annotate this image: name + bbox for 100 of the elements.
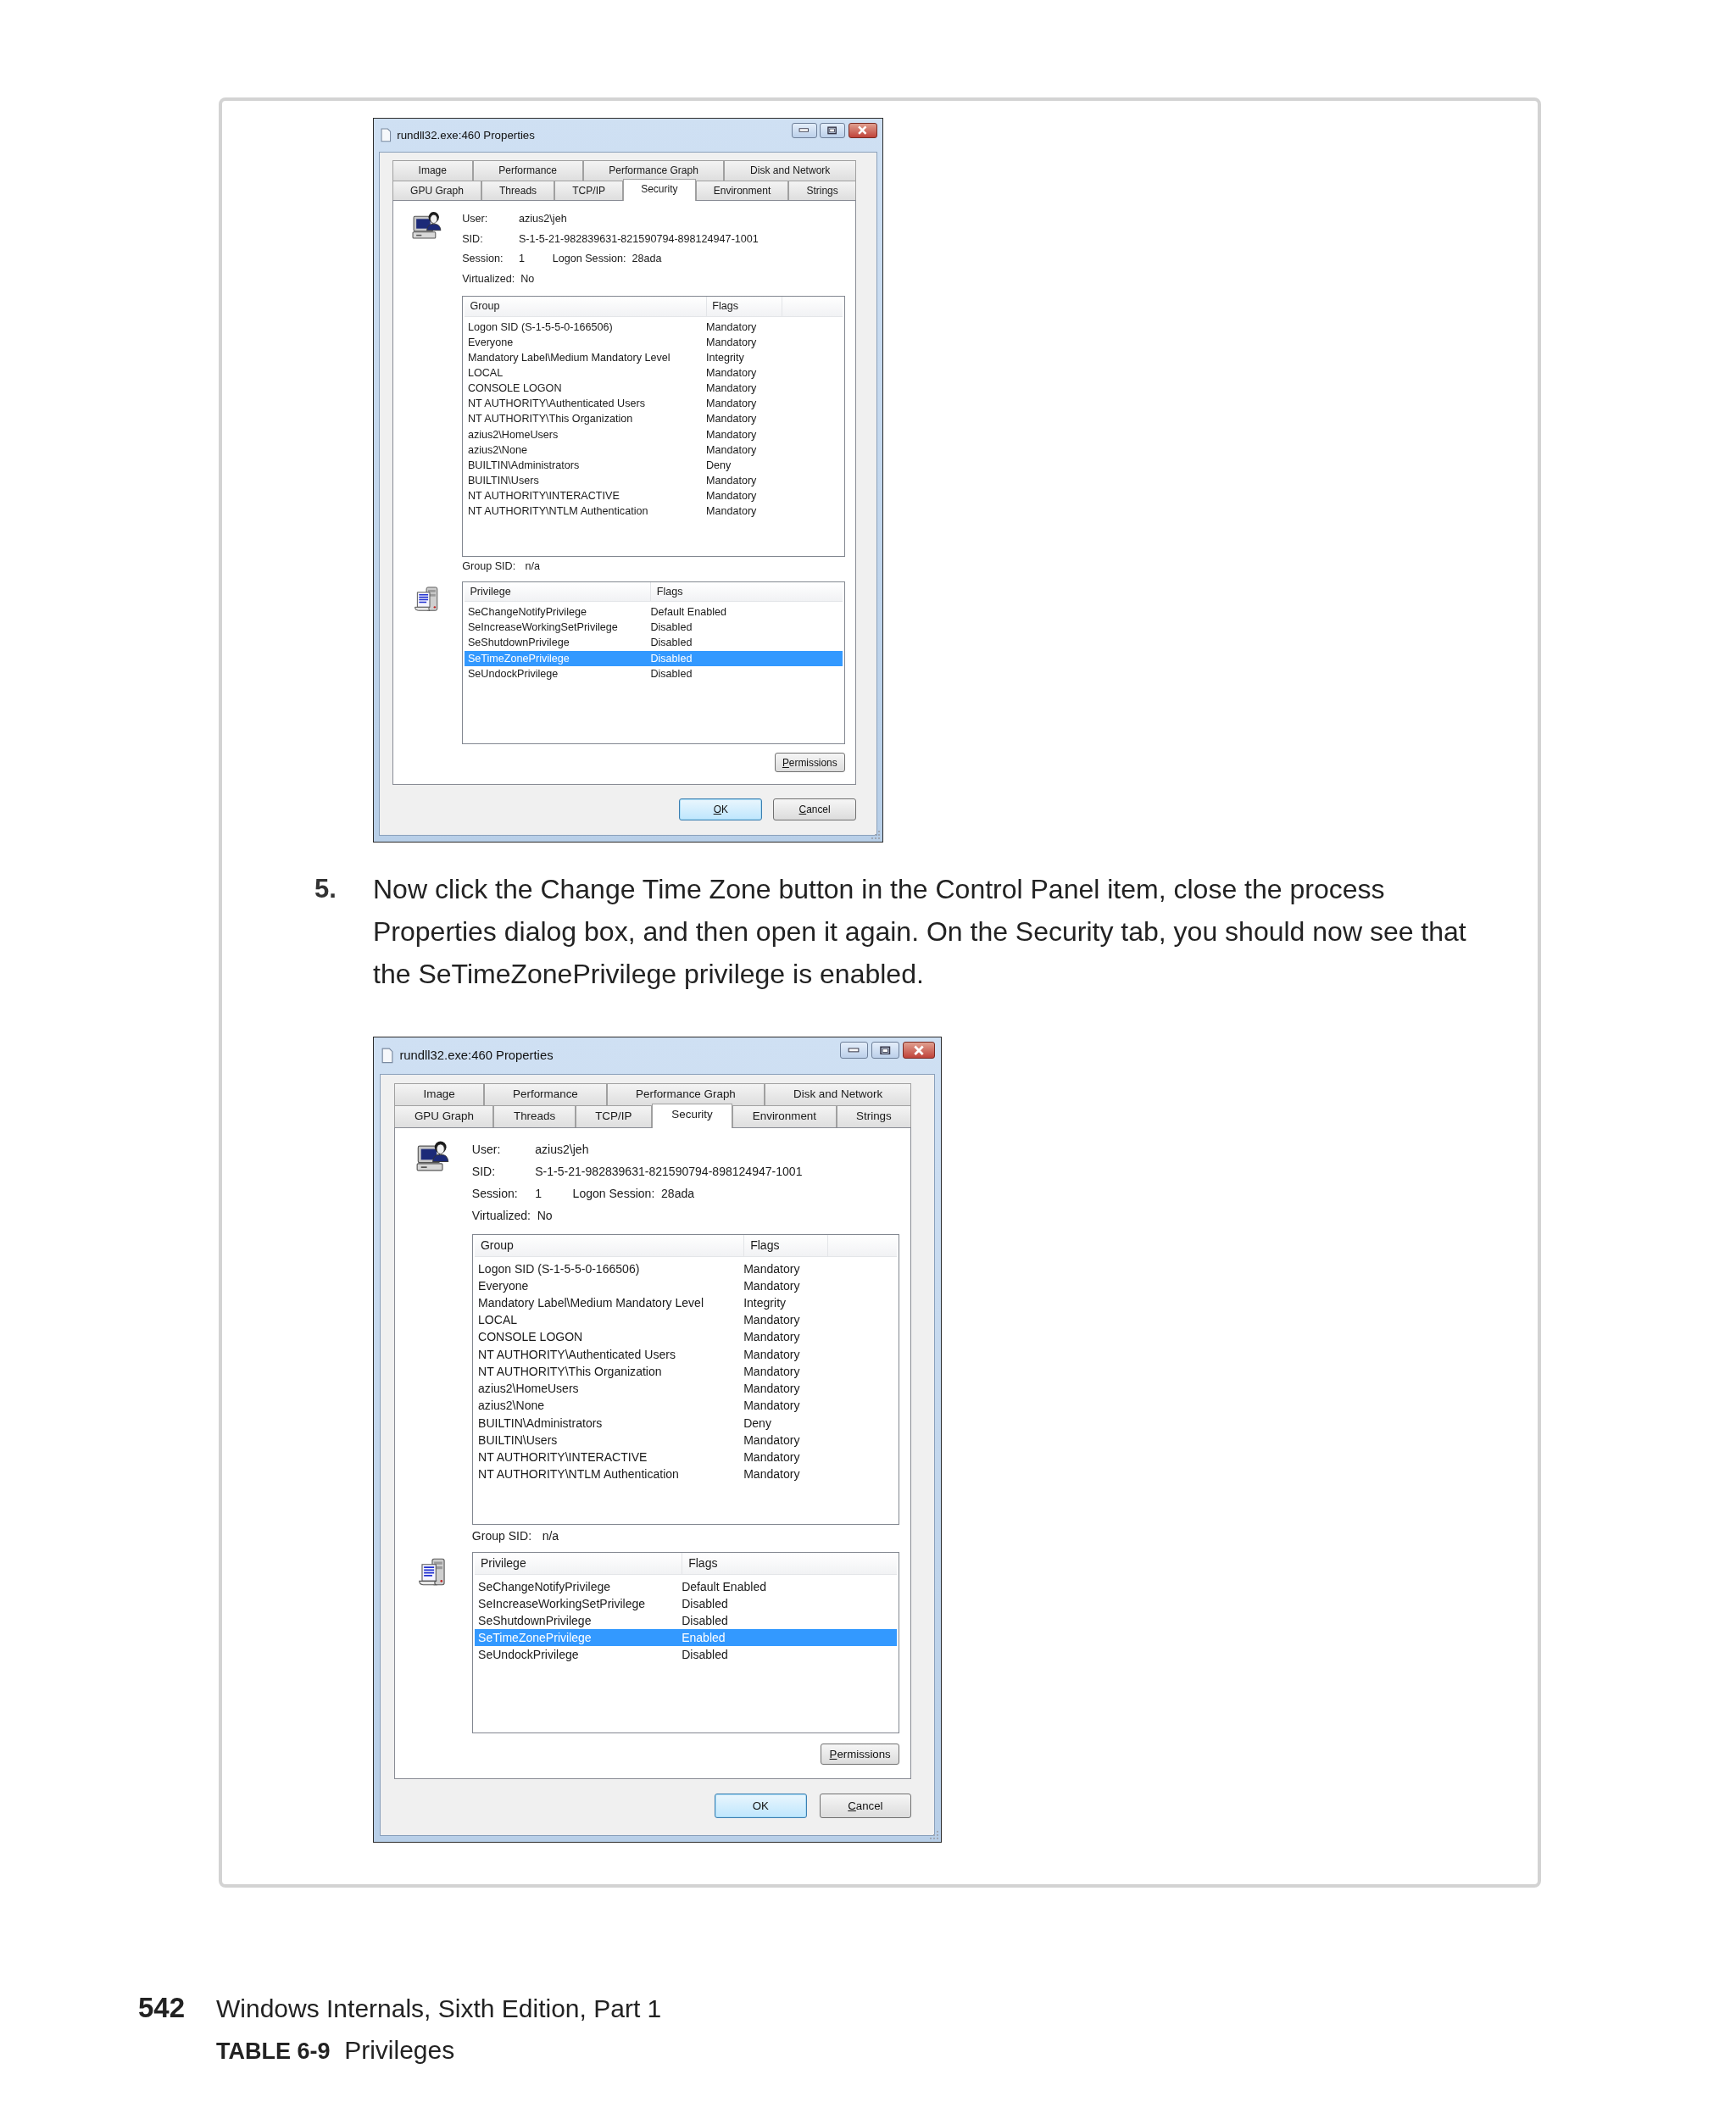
field-value: 1 <box>518 252 525 267</box>
list-row[interactable]: SeIncreaseWorkingSetPrivilege Disabled <box>474 1594 897 1612</box>
list-row[interactable]: SeShutdownPrivilege Disabled <box>474 1611 897 1630</box>
book-title: Windows Internals, Sixth Edition, Part 1 <box>216 1994 662 2022</box>
table-cell-text: Mandatory <box>705 335 757 350</box>
column-header[interactable]: Group <box>474 1235 745 1257</box>
table-cell-text: azius2\None <box>466 442 528 458</box>
column-header[interactable]: Flags <box>706 297 783 316</box>
tab[interactable]: Disk and Network <box>724 160 856 181</box>
table-cell-text: NT AUTHORITY\NTLM Authentication <box>477 1466 680 1483</box>
table-cell-text: CONSOLE LOGON <box>466 381 563 397</box>
table-cell-text: Mandatory <box>705 442 757 458</box>
list-row[interactable]: SeChangeNotifyPrivilege Default Enabled <box>465 604 843 620</box>
close-button[interactable] <box>902 1042 935 1059</box>
list-row[interactable]: SeIncreaseWorkingSetPrivilege Disabled <box>465 620 843 636</box>
table-cell-text: Mandatory Label\Medium Mandatory Level <box>466 350 671 365</box>
field-label: User: <box>462 212 489 227</box>
table-cell-text: Mandatory <box>705 366 757 381</box>
table-cell-text: SeChangeNotifyPrivilege <box>477 1578 612 1595</box>
table-cell-text: Everyone <box>477 1277 530 1294</box>
table-cell-text: BUILTIN\Users <box>466 474 540 489</box>
column-header[interactable]: Flags <box>744 1235 829 1257</box>
field-label: Logon Session: <box>572 1185 655 1202</box>
table-cell-text: Logon SID (S-1-5-5-0-166506) <box>466 320 614 335</box>
permissions-button[interactable]: Permissions <box>774 753 845 773</box>
field-value: No <box>520 271 535 286</box>
table-cell-text: Mandatory <box>705 504 757 520</box>
dialog-button[interactable]: OK <box>715 1794 807 1819</box>
window-title: rundll32.exe:460 Properties <box>399 1048 554 1063</box>
table-cell-text: SeShutdownPrivilege <box>477 1612 593 1629</box>
table-cell-text: Disabled <box>650 636 693 651</box>
column-header[interactable]: Flags <box>651 582 843 602</box>
table-cell-text: Mandatory <box>705 412 757 427</box>
tab[interactable]: Image <box>394 1083 484 1106</box>
maximize-button[interactable] <box>820 122 845 138</box>
dialog-button[interactable]: OK <box>679 798 763 820</box>
field-value: azius2\jeh <box>535 1141 589 1158</box>
tab[interactable]: Disk and Network <box>764 1083 912 1106</box>
field-value: S-1-5-21-982839631-821590794-898124947-1001 <box>535 1163 803 1180</box>
close-icon <box>912 1044 925 1056</box>
close-button[interactable] <box>848 122 877 138</box>
maximize-icon <box>880 1045 891 1055</box>
tab[interactable]: Strings <box>836 1105 912 1127</box>
minimize-button[interactable] <box>839 1042 868 1059</box>
list-row[interactable]: SeChangeNotifyPrivilege Default Enabled <box>474 1577 897 1595</box>
column-header[interactable]: Privilege <box>474 1553 683 1574</box>
field-value: n/a <box>525 559 540 574</box>
field-value: n/a <box>542 1528 559 1545</box>
tab[interactable]: Environment <box>732 1105 837 1127</box>
document-icon <box>381 128 392 142</box>
tab[interactable]: Strings <box>788 180 856 200</box>
permissions-button[interactable]: Permissions <box>821 1743 899 1766</box>
table-cell-text: Mandatory <box>705 320 757 335</box>
tab[interactable]: Performance <box>472 160 583 181</box>
tab[interactable]: GPU Graph <box>392 180 481 200</box>
table-cell-text: Deny <box>705 458 732 473</box>
table-cell-text: NT AUTHORITY\INTERACTIVE <box>466 489 620 504</box>
tab[interactable]: Threads <box>493 1105 576 1127</box>
tab[interactable]: Security <box>623 178 696 201</box>
table-cell-text: Everyone <box>466 335 515 350</box>
resize-grip-icon <box>871 830 880 839</box>
table-cell-text: LOCAL <box>477 1312 519 1329</box>
tab[interactable]: Performance Graph <box>606 1083 765 1106</box>
tab[interactable]: GPU Graph <box>394 1105 494 1127</box>
table-cell-text: SeTimeZonePrivilege <box>477 1630 593 1647</box>
tab[interactable]: Performance Graph <box>582 160 725 181</box>
list-row[interactable]: SeUndockPrivilege Disabled <box>465 665 843 681</box>
table-cell-text: NT AUTHORITY\This Organization <box>477 1363 663 1380</box>
maximize-button[interactable] <box>871 1042 899 1059</box>
field-value: 28ada <box>661 1185 695 1202</box>
table-cell-text: Mandatory <box>743 1363 800 1380</box>
tab[interactable]: Environment <box>695 180 789 200</box>
list-row[interactable]: SeShutdownPrivilege Disabled <box>465 635 843 651</box>
field-label: Session: <box>471 1185 519 1202</box>
tab[interactable]: TCP/IP <box>575 1105 652 1127</box>
field-label: SID: <box>462 231 484 247</box>
document-icon <box>381 1048 394 1064</box>
column-header[interactable]: Group <box>465 297 707 316</box>
table-cell-text: CONSOLE LOGON <box>477 1329 584 1346</box>
field-value: azius2\jeh <box>518 212 567 227</box>
dialog-button[interactable]: Cancel <box>773 798 856 820</box>
tab[interactable]: Security <box>651 1104 733 1128</box>
tab[interactable]: TCP/IP <box>554 180 624 200</box>
tab[interactable]: Performance <box>483 1083 607 1106</box>
dialog-button[interactable]: Cancel <box>819 1794 912 1819</box>
step-number: 5. <box>314 872 337 905</box>
scroll-server-icon <box>417 1556 448 1587</box>
minimize-button[interactable] <box>791 122 817 138</box>
table-cell-text: Mandatory <box>705 397 757 412</box>
field-label: Virtualized: <box>471 1208 531 1224</box>
column-header[interactable]: Flags <box>682 1553 897 1574</box>
table-cell-text: Mandatory <box>705 427 757 442</box>
list-row[interactable]: SeUndockPrivilege Disabled <box>474 1646 897 1664</box>
column-header[interactable]: Privilege <box>465 582 652 602</box>
table-cell-text: Integrity <box>705 350 744 365</box>
tab[interactable]: Image <box>392 160 473 181</box>
table-cell-text: BUILTIN\Administrators <box>477 1415 604 1432</box>
table-cell-text: Enabled <box>682 1630 726 1647</box>
table-cell-text: Deny <box>743 1415 771 1432</box>
table-cell-text: Integrity <box>743 1294 787 1311</box>
